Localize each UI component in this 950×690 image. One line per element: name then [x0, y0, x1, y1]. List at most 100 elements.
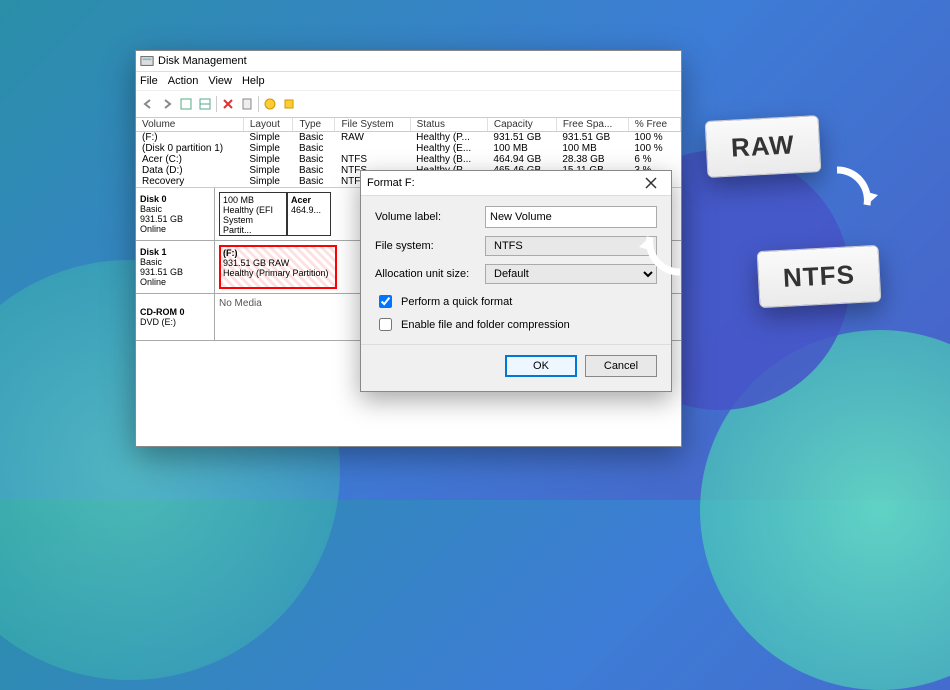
column-header[interactable]: % Free	[628, 118, 680, 132]
ntfs-badge: NTFS	[757, 245, 882, 308]
table-cell: 100 %	[628, 132, 680, 144]
compression-label: Enable file and folder compression	[401, 319, 570, 331]
partition-size: 100 MB	[223, 195, 283, 205]
disk0-status: Online	[140, 224, 210, 234]
table-cell: Simple	[243, 176, 293, 187]
partition-size: 464.9...	[291, 205, 327, 215]
properties-icon[interactable]	[239, 96, 255, 112]
disk0-type: Basic	[140, 204, 210, 214]
table-cell: Simple	[243, 165, 293, 176]
table-cell: Recovery	[136, 176, 243, 187]
disk1-partition-f[interactable]: (F:) 931.51 GB RAW Healthy (Primary Part…	[219, 245, 337, 289]
table-cell: Acer (C:)	[136, 154, 243, 165]
compression-checkbox[interactable]	[379, 318, 392, 331]
ok-button[interactable]: OK	[505, 355, 577, 377]
table-cell: Basic	[293, 165, 335, 176]
disk0-partition-efi[interactable]: 100 MB Healthy (EFI System Partit...	[219, 192, 287, 236]
table-cell: Basic	[293, 132, 335, 144]
volume-label-input[interactable]	[485, 206, 657, 228]
disk-management-icon	[140, 54, 154, 68]
cdrom-header[interactable]: CD-ROM 0 DVD (E:)	[136, 294, 215, 340]
disk1-name: Disk 1	[140, 247, 210, 257]
column-header[interactable]: File System	[335, 118, 410, 132]
table-cell: 6 %	[628, 154, 680, 165]
table-cell: Basic	[293, 143, 335, 154]
quick-format-checkbox[interactable]	[379, 295, 392, 308]
format-title: Format F:	[367, 177, 415, 189]
window-title: Disk Management	[158, 55, 247, 67]
table-cell: 464.94 GB	[487, 154, 556, 165]
table-cell: Simple	[243, 154, 293, 165]
table-row[interactable]: (Disk 0 partition 1)SimpleBasic Healthy (…	[136, 143, 681, 154]
cancel-button[interactable]: Cancel	[585, 355, 657, 377]
table-row[interactable]: (F:)SimpleBasicRAWHealthy (P...931.51 GB…	[136, 132, 681, 144]
partition-status: Healthy (EFI System Partit...	[223, 205, 283, 235]
table-cell	[335, 143, 410, 154]
refresh-icon[interactable]	[197, 96, 213, 112]
arrow-up-icon	[635, 222, 695, 285]
table-cell: 28.38 GB	[556, 154, 628, 165]
disk0-header[interactable]: Disk 0 Basic 931.51 GB Online	[136, 188, 215, 240]
column-header[interactable]: Layout	[243, 118, 293, 132]
table-cell: Healthy (B...	[410, 154, 487, 165]
table-cell: 931.51 GB	[487, 132, 556, 144]
table-cell: (Disk 0 partition 1)	[136, 143, 243, 154]
titlebar[interactable]: Disk Management	[136, 51, 681, 72]
format-titlebar[interactable]: Format F:	[361, 171, 671, 196]
quick-format-label: Perform a quick format	[401, 296, 512, 308]
cdrom-sub: DVD (E:)	[140, 317, 210, 327]
table-cell: RAW	[335, 132, 410, 144]
action-icon[interactable]	[281, 96, 297, 112]
partition-label: (F:)	[223, 248, 238, 258]
table-cell: 931.51 GB	[556, 132, 628, 144]
column-header[interactable]: Volume	[136, 118, 243, 132]
menu-view[interactable]: View	[208, 75, 232, 87]
format-dialog: Format F: Volume label: File system: NTF…	[360, 170, 672, 392]
table-cell: Simple	[243, 143, 293, 154]
close-icon[interactable]	[637, 173, 665, 193]
cdrom-name: CD-ROM 0	[140, 307, 210, 317]
table-cell: Data (D:)	[136, 165, 243, 176]
table-cell: Healthy (P...	[410, 132, 487, 144]
volume-label-text: Volume label:	[375, 211, 485, 223]
table-cell: 100 MB	[487, 143, 556, 154]
filesystem-label: File system:	[375, 240, 485, 252]
column-header[interactable]: Status	[410, 118, 487, 132]
disk0-name: Disk 0	[140, 194, 210, 204]
up-icon[interactable]	[178, 96, 194, 112]
menubar: File Action View Help	[136, 72, 681, 90]
table-row[interactable]: Acer (C:)SimpleBasicNTFSHealthy (B...464…	[136, 154, 681, 165]
filesystem-select[interactable]: NTFS	[485, 236, 657, 256]
back-icon[interactable]	[140, 96, 156, 112]
partition-status: Healthy (Primary Partition)	[223, 268, 333, 278]
menu-file[interactable]: File	[140, 75, 158, 87]
table-cell: Healthy (E...	[410, 143, 487, 154]
table-cell: Simple	[243, 132, 293, 144]
disk1-size: 931.51 GB	[140, 267, 210, 277]
table-cell: 100 %	[628, 143, 680, 154]
raw-badge: RAW	[705, 115, 821, 178]
menu-action[interactable]: Action	[168, 75, 199, 87]
menu-help[interactable]: Help	[242, 75, 265, 87]
partition-label: Acer	[291, 195, 311, 205]
table-cell: NTFS	[335, 154, 410, 165]
table-cell: 100 MB	[556, 143, 628, 154]
arrow-down-icon	[822, 160, 882, 223]
column-header[interactable]: Free Spa...	[556, 118, 628, 132]
table-cell: Basic	[293, 176, 335, 187]
allocation-label: Allocation unit size:	[375, 268, 485, 280]
delete-icon[interactable]	[220, 96, 236, 112]
cdrom-nomedia: No Media	[215, 294, 266, 340]
disk0-partition-acer[interactable]: Acer 464.9...	[287, 192, 331, 236]
partition-size: 931.51 GB RAW	[223, 258, 333, 268]
column-header[interactable]: Type	[293, 118, 335, 132]
table-cell: Basic	[293, 154, 335, 165]
table-cell: (F:)	[136, 132, 243, 144]
disk0-size: 931.51 GB	[140, 214, 210, 224]
column-header[interactable]: Capacity	[487, 118, 556, 132]
allocation-select[interactable]: Default	[485, 264, 657, 284]
toolbar	[136, 90, 681, 118]
disk1-header[interactable]: Disk 1 Basic 931.51 GB Online	[136, 241, 215, 293]
help-icon[interactable]	[262, 96, 278, 112]
forward-icon[interactable]	[159, 96, 175, 112]
